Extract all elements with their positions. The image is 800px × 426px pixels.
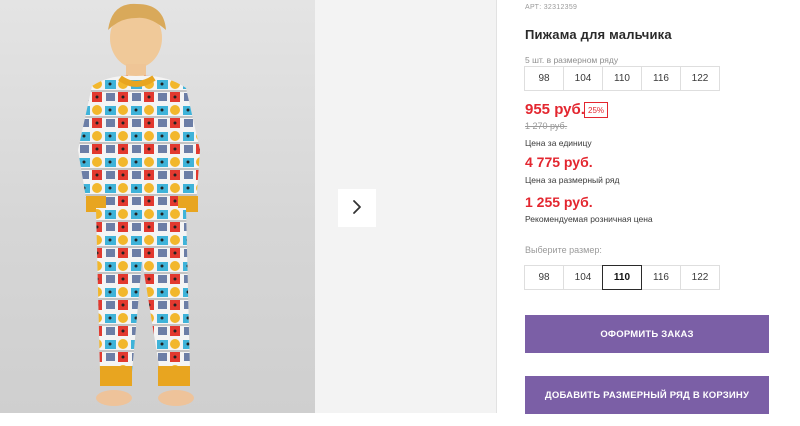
divider — [496, 0, 497, 413]
pack-size-item: 110 — [602, 66, 642, 91]
boy-in-pajamas-image — [78, 3, 200, 406]
old-price: 1 270 руб. — [525, 121, 568, 131]
pack-size-item: 116 — [641, 66, 681, 91]
unit-price-caption: Цена за единицу — [525, 138, 592, 148]
size-option[interactable]: 104 — [563, 265, 603, 290]
pack-size-item: 104 — [563, 66, 603, 91]
size-option[interactable]: 122 — [680, 265, 720, 290]
gallery-next-button[interactable] — [338, 189, 376, 227]
rrp-price-caption: Рекомендуемая розничная цена — [525, 214, 653, 224]
product-photo — [0, 0, 315, 413]
chevron-right-icon — [350, 198, 364, 219]
pack-note: 5 шт. в размерном ряду — [525, 55, 619, 65]
product-title: Пижама для мальчика — [525, 27, 672, 42]
size-option[interactable]: 116 — [641, 265, 681, 290]
size-option[interactable]: 110 — [602, 265, 642, 290]
size-select-label: Выберите размер: — [525, 245, 602, 255]
size-option[interactable]: 98 — [524, 265, 564, 290]
add-to-cart-button[interactable]: ДОБАВИТЬ РАЗМЕРНЫЙ РЯД В КОРЗИНУ — [525, 376, 769, 414]
pack-size-item: 98 — [524, 66, 564, 91]
discount-badge: 25% — [584, 102, 609, 118]
unit-price: 955 руб. — [525, 101, 585, 118]
size-selector: 98 104 110 116 122 — [524, 265, 720, 290]
rrp-price: 1 255 руб. — [525, 194, 593, 210]
pack-size-list: 98 104 110 116 122 — [524, 66, 720, 91]
checkout-button[interactable]: ОФОРМИТЬ ЗАКАЗ — [525, 315, 769, 353]
pack-price-caption: Цена за размерный ряд — [525, 175, 620, 185]
pack-size-item: 122 — [680, 66, 720, 91]
pack-price: 4 775 руб. — [525, 154, 593, 170]
product-sku: АРТ: 32312359 — [525, 4, 578, 11]
